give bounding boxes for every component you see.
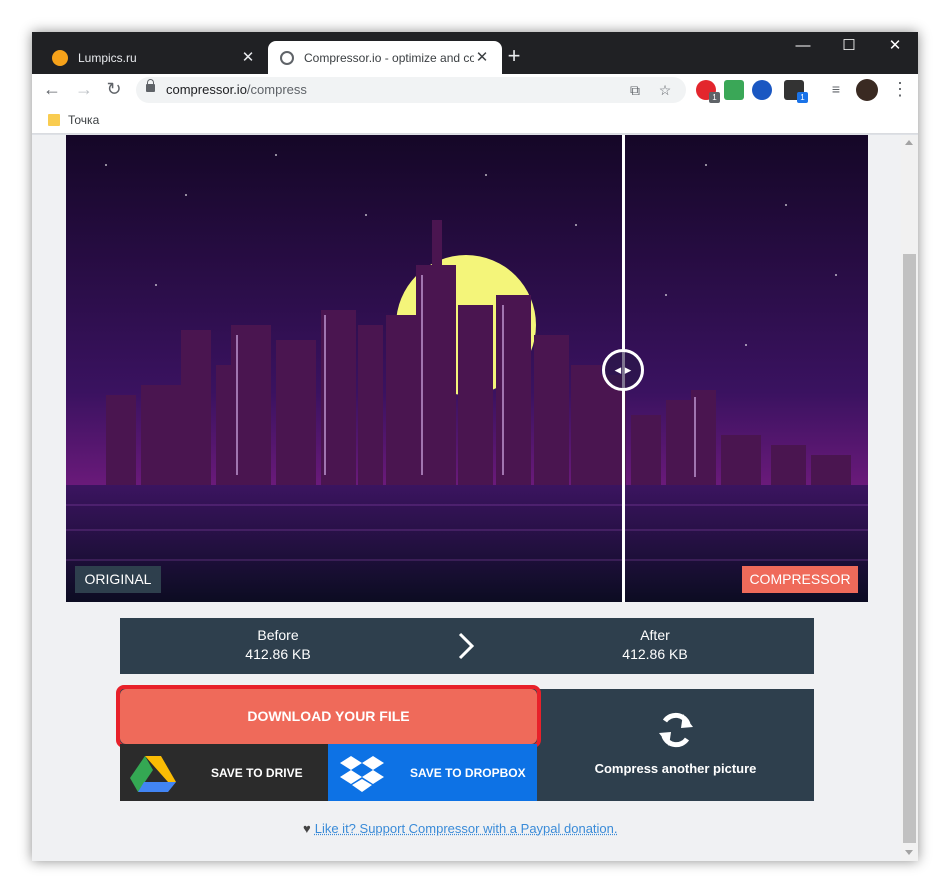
tab-strip: Lumpics.ru ✕ Compressor.io - optimize an… (32, 32, 918, 74)
extension-cube-icon[interactable]: 1 (784, 80, 808, 103)
save-to-drive-label: SAVE TO DRIVE (211, 766, 303, 780)
bookmarks-bar: Точка (32, 106, 918, 134)
menu-icon[interactable]: ⋮ (888, 78, 912, 102)
minimize-button[interactable]: — (780, 32, 826, 62)
back-button[interactable]: ← (40, 78, 64, 102)
url-path: /compress (246, 82, 307, 97)
compress-another-label: Compress another picture (594, 761, 757, 776)
extension-badge: 1 (797, 92, 808, 103)
maximize-button[interactable]: ☐ (826, 32, 872, 62)
donation-note: ♥ Like it? Support Compressor with a Payp… (303, 821, 618, 836)
reload-button[interactable]: ↻ (102, 78, 126, 102)
lumpics-favicon-icon (52, 49, 68, 66)
before-size: Before 412.86 KB (178, 626, 378, 664)
close-icon[interactable]: ✕ (474, 49, 490, 66)
google-drive-icon (130, 756, 176, 792)
close-icon[interactable]: ✕ (240, 49, 256, 66)
address-bar[interactable]: compressor.io/compress ⧉ ☆ (136, 77, 686, 103)
browser-toolbar: ← → ↻ compressor.io/compress ⧉ ☆ 1 1 ≡ ⋮ (32, 74, 918, 106)
compressed-label: COMPRESSOR (742, 566, 858, 593)
extension-music-icon[interactable] (724, 80, 744, 100)
save-to-dropbox-label: SAVE TO DROPBOX (410, 766, 526, 780)
lock-icon (146, 79, 155, 92)
close-window-button[interactable]: ✕ (872, 32, 918, 62)
extension-opera-icon[interactable]: 1 (696, 80, 720, 103)
refresh-icon (659, 712, 693, 748)
save-to-drive-button[interactable]: SAVE TO DRIVE (120, 744, 328, 801)
bookmark-item[interactable]: Точка (68, 113, 99, 127)
after-value: 412.86 KB (622, 646, 688, 662)
before-label: Before (257, 627, 299, 643)
heart-icon: ♥ (303, 821, 311, 836)
new-tab-button[interactable]: + (502, 45, 526, 69)
highlight-outline (116, 685, 541, 748)
vertical-scrollbar[interactable] (901, 135, 918, 861)
dropbox-icon (340, 756, 384, 792)
before-value: 412.86 KB (245, 646, 311, 662)
scroll-down-icon[interactable] (905, 850, 913, 855)
extension-badge: 1 (709, 92, 720, 103)
tab-title: Lumpics.ru (78, 50, 137, 65)
tab-title: Compressor.io - optimize and co (304, 50, 474, 65)
after-label: After (640, 627, 670, 643)
globe-icon (280, 50, 294, 65)
avatar[interactable] (856, 79, 878, 101)
url-text: compressor.io/compress (166, 82, 307, 97)
compare-handle-icon[interactable]: ◂ ▸ (602, 349, 644, 391)
download-actions: DOWNLOAD YOUR FILE SAVE TO DRIVE SAVE TO… (116, 685, 814, 801)
url-host: compressor.io (166, 82, 247, 97)
size-comparison: Before 412.86 KB After 412.86 KB (120, 618, 814, 674)
reading-list-icon[interactable]: ≡ (824, 78, 848, 102)
chevron-right-icon (458, 632, 475, 660)
after-size: After 412.86 KB (555, 626, 755, 664)
image-compare[interactable]: ◂ ▸ ORIGINAL COMPRESSOR (66, 135, 868, 602)
compress-another-button[interactable]: Compress another picture (537, 689, 814, 801)
scroll-thumb[interactable] (903, 254, 916, 843)
star-icon[interactable]: ☆ (656, 81, 674, 99)
translate-icon[interactable]: ⧉ (626, 81, 644, 99)
tab-lumpics[interactable]: Lumpics.ru ✕ (40, 41, 268, 74)
page-viewport: ◂ ▸ ORIGINAL COMPRESSOR Before 412.86 KB… (32, 135, 918, 861)
forward-button[interactable]: → (72, 78, 96, 102)
original-label: ORIGINAL (75, 566, 161, 593)
tab-compressor[interactable]: Compressor.io - optimize and co ✕ (268, 41, 502, 74)
city-skyline-image (66, 135, 868, 602)
browser-window: Lumpics.ru ✕ Compressor.io - optimize an… (32, 32, 918, 861)
folder-icon (48, 114, 60, 126)
paypal-donate-link[interactable]: Like it? Support Compressor with a Paypa… (315, 821, 618, 836)
extension-globe-icon[interactable] (752, 80, 772, 100)
scroll-up-icon[interactable] (905, 140, 913, 145)
save-to-dropbox-button[interactable]: SAVE TO DROPBOX (328, 744, 537, 801)
